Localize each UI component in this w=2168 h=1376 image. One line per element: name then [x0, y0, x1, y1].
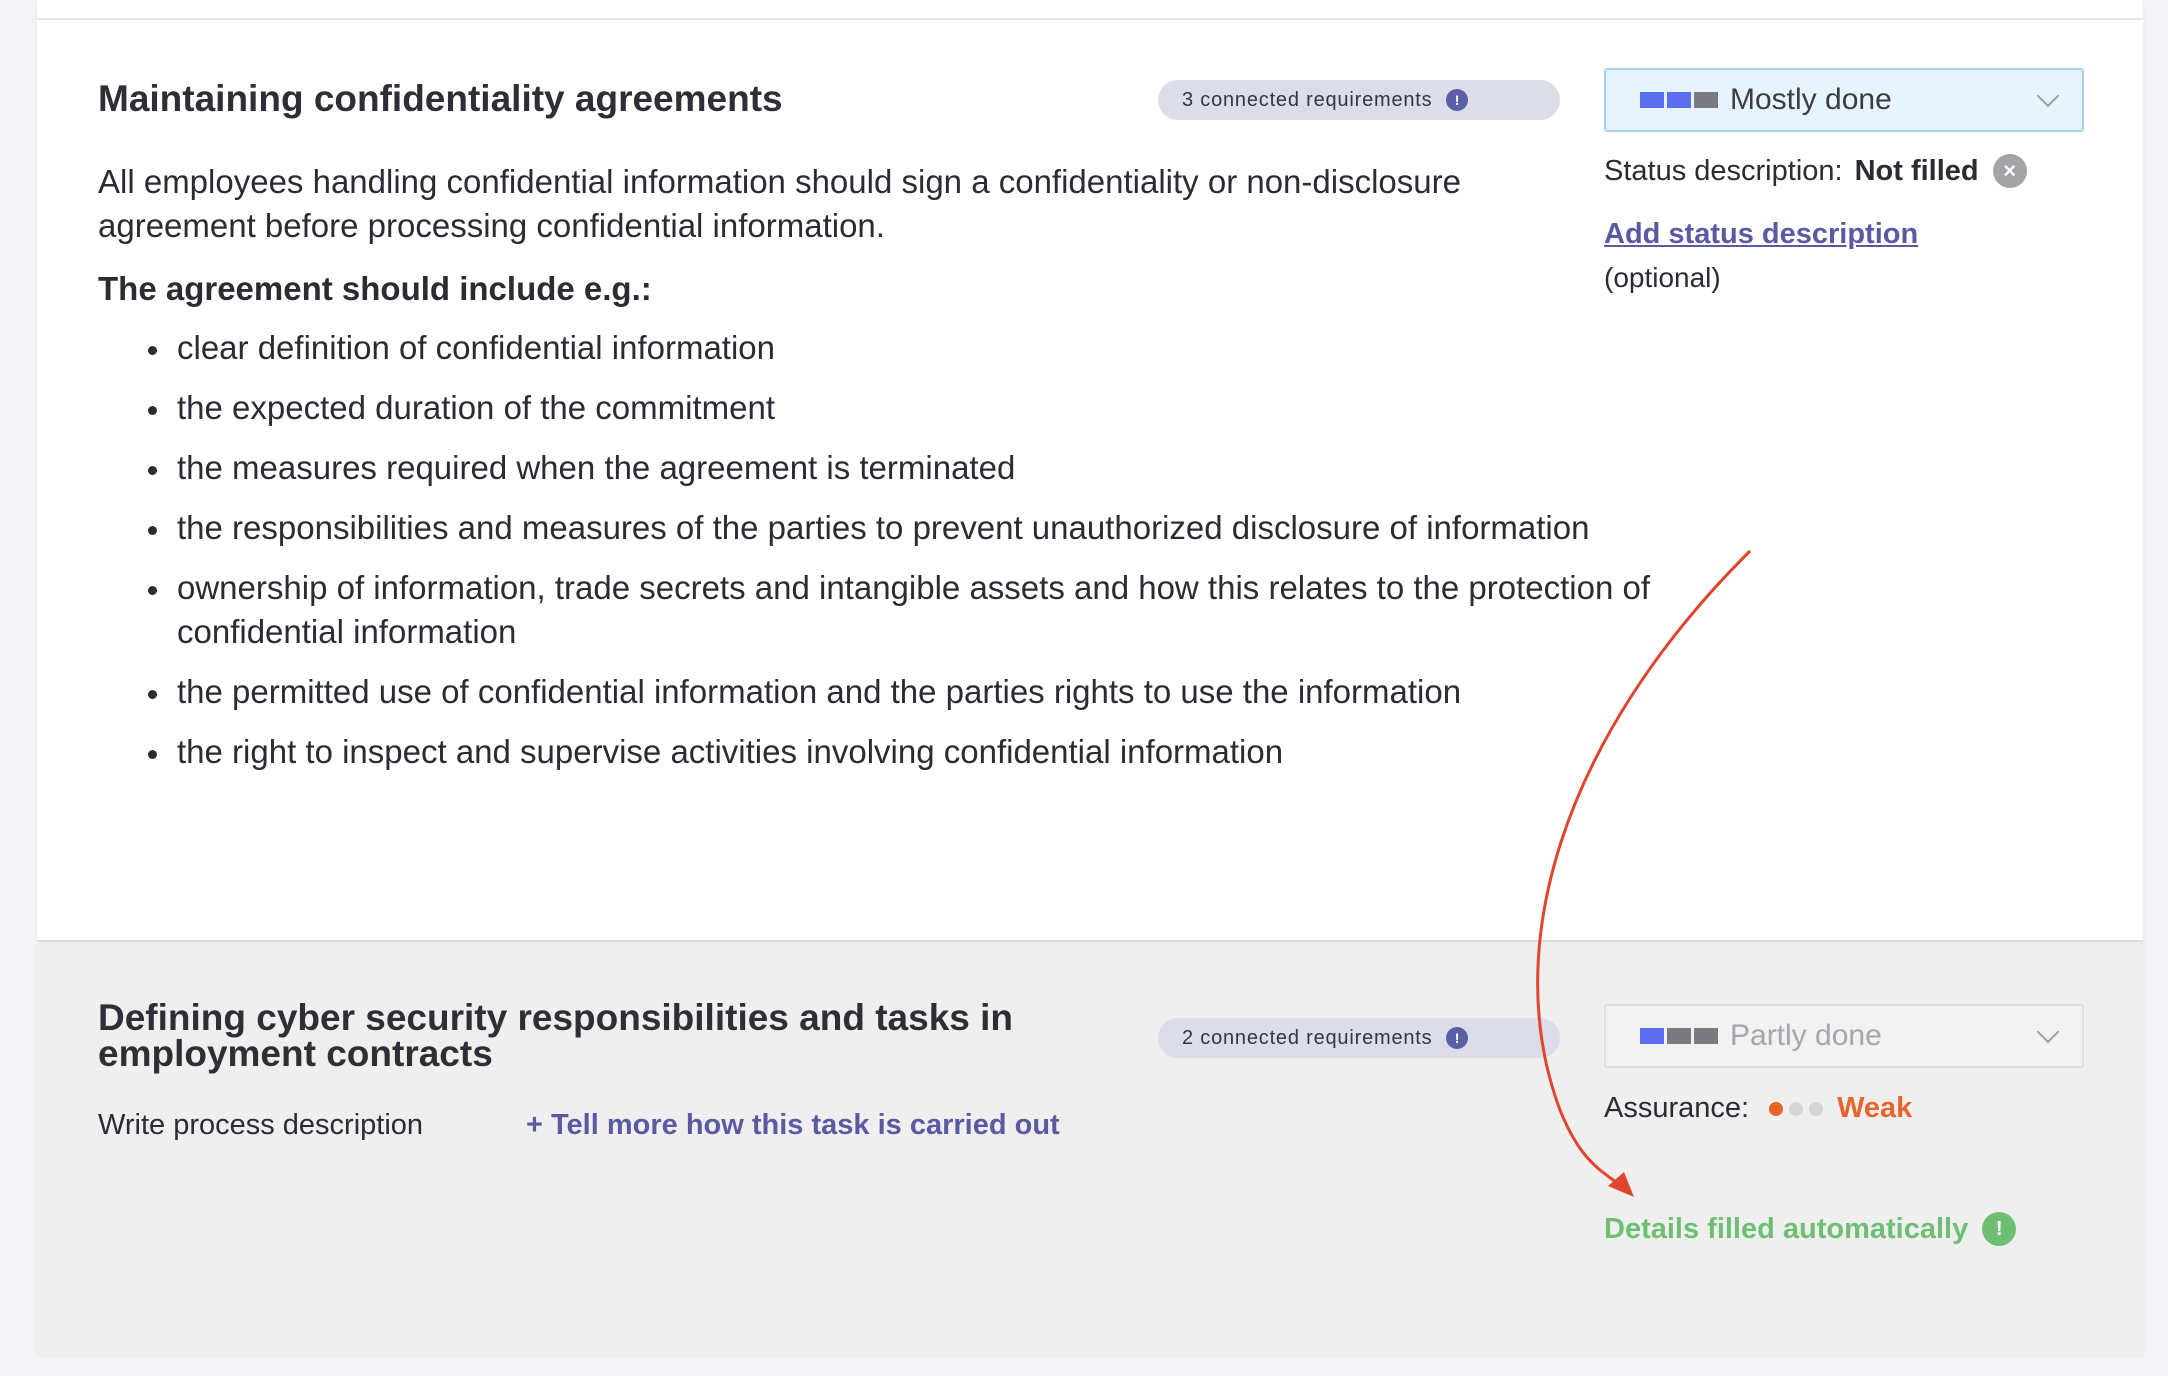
- status-dropdown[interactable]: Mostly done: [1604, 68, 2084, 132]
- assurance-dot: [1809, 1101, 1824, 1116]
- exclamation-icon[interactable]: !: [1982, 1212, 2017, 1246]
- status-value: Mostly done: [1730, 83, 1892, 116]
- list-item: the right to inspect and supervise activ…: [148, 730, 1657, 774]
- requirements-page: Maintaining confidentiality agreements 3…: [37, 0, 2143, 1355]
- task-card-confidentiality: Maintaining confidentiality agreements 3…: [37, 20, 2143, 940]
- progress-bar-segment: [1640, 1028, 1664, 1044]
- assurance-dot: [1769, 1101, 1784, 1116]
- badge-label: 2 connected requirements: [1182, 1026, 1433, 1049]
- task-title: Maintaining confidentiality agreements: [98, 78, 783, 119]
- list-item: the expected duration of the commitment: [148, 386, 1657, 430]
- status-description-label: Status description:: [1604, 154, 1843, 187]
- agreement-subheading: The agreement should include e.g.:: [98, 270, 652, 307]
- task-title: Defining cyber security responsibilities…: [98, 997, 1014, 1074]
- assurance-indicator: Assurance: Weak: [1604, 1092, 1912, 1125]
- task-card-cyber-responsibilities: Defining cyber security responsibilities…: [37, 940, 2143, 1355]
- details-filled-automatically: Details filled automatically !: [1604, 1212, 2017, 1246]
- progress-bar-segment: [1667, 1028, 1691, 1044]
- connected-requirements-badge[interactable]: 2 connected requirements !: [1158, 1018, 1560, 1058]
- tell-more-link[interactable]: + Tell more how this task is carried out: [526, 1109, 1060, 1142]
- chevron-down-icon: [2036, 84, 2060, 108]
- add-status-description-link[interactable]: Add status description: [1604, 218, 1918, 251]
- optional-hint: (optional): [1604, 262, 1721, 293]
- progress-bars-icon: [1640, 92, 1718, 108]
- status-dropdown[interactable]: Partly done: [1604, 1004, 2084, 1068]
- auto-filled-label: Details filled automatically: [1604, 1212, 1969, 1245]
- info-icon: !: [1446, 89, 1469, 111]
- chevron-down-icon: [2036, 1020, 2060, 1044]
- list-item: the responsibilities and measures of the…: [148, 506, 1657, 550]
- info-icon: !: [1446, 1027, 1469, 1049]
- task-description: All employees handling confidential info…: [98, 163, 1461, 244]
- list-item: the measures required when the agreement…: [148, 446, 1657, 490]
- status-description-value: Not filled: [1854, 154, 1979, 187]
- assurance-label: Assurance:: [1604, 1092, 1750, 1124]
- close-icon[interactable]: ×: [1992, 154, 2027, 188]
- assurance-dot: [1789, 1101, 1804, 1116]
- status-description: Status description: Not filled ×: [1604, 154, 2027, 188]
- progress-bar-segment: [1640, 92, 1664, 108]
- progress-bar-segment: [1694, 92, 1718, 108]
- progress-bar-segment: [1667, 92, 1691, 108]
- agreement-list: clear definition of confidential informa…: [98, 326, 1657, 790]
- connected-requirements-badge[interactable]: 3 connected requirements !: [1158, 80, 1560, 120]
- assurance-value: Weak: [1837, 1092, 1913, 1124]
- list-item: the permitted use of confidential inform…: [148, 670, 1657, 714]
- list-item: clear definition of confidential informa…: [148, 326, 1657, 370]
- assurance-dots-icon: [1769, 1101, 1824, 1116]
- status-value: Partly done: [1730, 1019, 1882, 1052]
- badge-label: 3 connected requirements: [1182, 88, 1433, 111]
- progress-bars-icon: [1640, 1028, 1718, 1044]
- task-type-label: Write process description: [98, 1109, 424, 1141]
- progress-bar-segment: [1694, 1028, 1718, 1044]
- list-item: ownership of information, trade secrets …: [148, 566, 1657, 654]
